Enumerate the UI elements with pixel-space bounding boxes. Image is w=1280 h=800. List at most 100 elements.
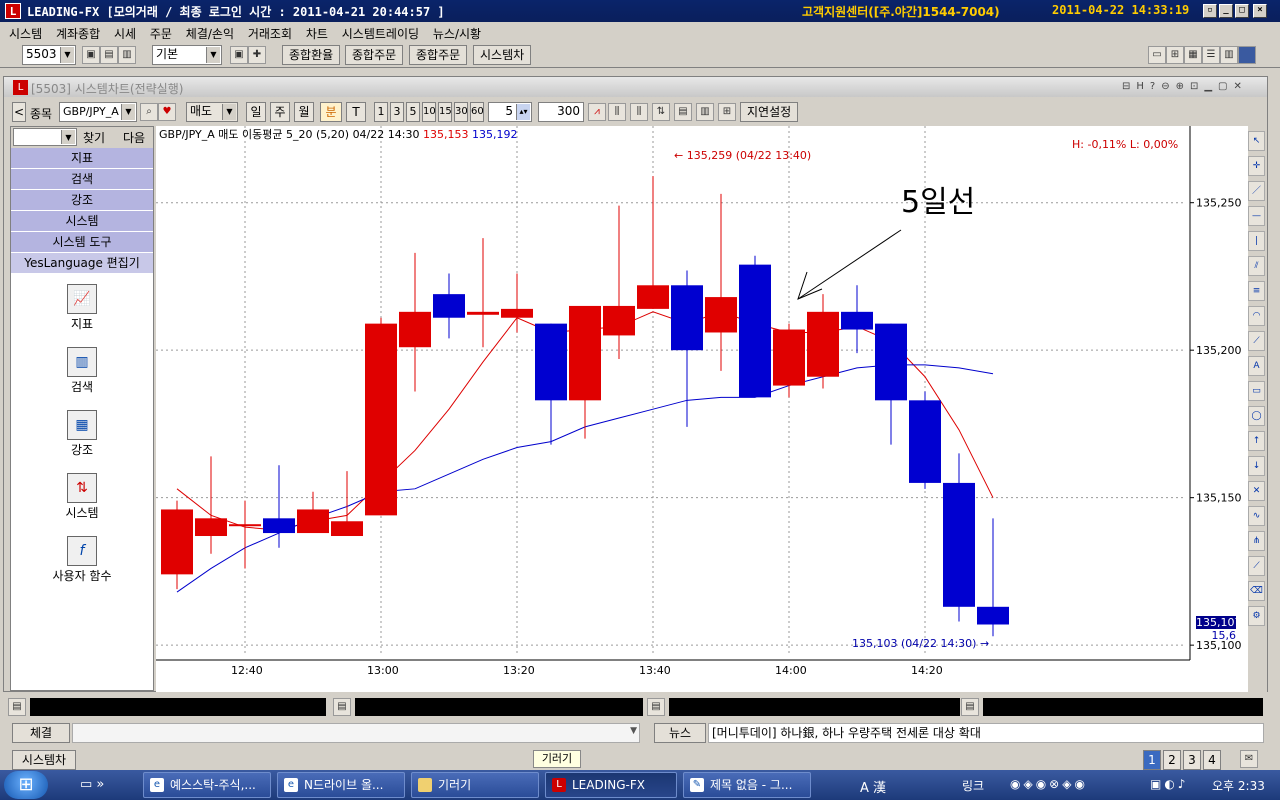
minimize-icon[interactable]: _ bbox=[1219, 4, 1233, 18]
window-controls[interactable]: ⊟H?⊖⊕⊡▁▢✕ bbox=[1122, 81, 1248, 92]
sidebar-item-system[interactable]: 시스템 bbox=[11, 211, 153, 232]
pointer-icon[interactable]: ↖ bbox=[1248, 131, 1265, 151]
ticker-config-icon-4[interactable]: ▤ bbox=[961, 698, 979, 716]
channel-icon[interactable]: ⫽ bbox=[1248, 256, 1265, 276]
prev-symbol-icon[interactable]: < bbox=[12, 102, 26, 122]
interval-input[interactable]: 5 ▴▾ bbox=[488, 102, 532, 122]
arrow-up-icon[interactable]: ↑ bbox=[1248, 431, 1265, 451]
print-icon[interactable]: ▥ bbox=[118, 46, 136, 64]
fills-combo[interactable]: ▼ bbox=[72, 723, 640, 743]
pitchfork-icon[interactable]: ⋔ bbox=[1248, 531, 1265, 551]
delay-settings-button[interactable]: 지연설정 bbox=[740, 102, 799, 122]
grid-icon[interactable]: ⊞ bbox=[718, 103, 736, 121]
minute-1-button[interactable]: 1 bbox=[374, 102, 388, 122]
task-paint[interactable]: ✎ 제목 없음 - 그... bbox=[683, 772, 811, 798]
highlight-chart-icon[interactable]: ▦ bbox=[67, 410, 97, 440]
rectangle-icon[interactable]: ▭ bbox=[1248, 381, 1265, 401]
period-month-button[interactable]: 월 bbox=[294, 102, 314, 122]
side-combo[interactable]: 매도 ▼ bbox=[186, 102, 238, 122]
bar-count-input[interactable]: 300 bbox=[538, 102, 584, 122]
text-icon[interactable]: A bbox=[1248, 356, 1265, 376]
layout-save-icon[interactable]: ▣ bbox=[230, 46, 248, 64]
spinner-icon[interactable]: ▴▾ bbox=[516, 104, 530, 120]
menu-system-trading[interactable]: 시스템트레이딩 bbox=[337, 23, 424, 44]
layout-add-icon[interactable]: ✚ bbox=[248, 46, 266, 64]
line-chart-icon[interactable]: ⩘ bbox=[588, 103, 606, 121]
sidebar-item-system-tools[interactable]: 시스템 도구 bbox=[11, 232, 153, 253]
save-screen-icon[interactable]: ▤ bbox=[100, 46, 118, 64]
start-button[interactable]: ⊞ bbox=[4, 771, 48, 799]
maximize-icon[interactable]: □ bbox=[1235, 4, 1249, 18]
order-summary-button-2[interactable]: 종합주문 bbox=[409, 45, 468, 65]
symbol-combo[interactable]: GBP/JPY_A ▼ bbox=[59, 102, 137, 122]
user-function-icon[interactable]: f bbox=[67, 536, 97, 566]
indicator-chart-icon[interactable]: 📈 bbox=[67, 284, 97, 314]
links-toolbar[interactable]: 링크 bbox=[962, 777, 984, 794]
minute-10-button[interactable]: 10 bbox=[422, 102, 436, 122]
menu-system[interactable]: 시스템 bbox=[4, 23, 47, 44]
search-chart-icon[interactable]: ▥ bbox=[67, 347, 97, 377]
sidebar-item-indicator[interactable]: 지표 bbox=[11, 148, 153, 169]
ticker-config-icon-2[interactable]: ▤ bbox=[333, 698, 351, 716]
menu-fill-pnl[interactable]: 체결/손익 bbox=[181, 23, 239, 44]
minute-30-button[interactable]: 30 bbox=[454, 102, 468, 122]
arrow-down-icon[interactable]: ↓ bbox=[1248, 456, 1265, 476]
find-button[interactable]: 찾기 bbox=[83, 129, 105, 146]
indicator-icon[interactable]: ⫼ bbox=[630, 103, 648, 121]
settings-icon[interactable]: ⚙ bbox=[1248, 606, 1265, 626]
menu-trade-inquiry[interactable]: 거래조회 bbox=[243, 23, 297, 44]
trendline-icon[interactable]: ／ bbox=[1248, 181, 1265, 201]
menu-news[interactable]: 뉴스/시황 bbox=[428, 23, 486, 44]
page-3-button[interactable]: 3 bbox=[1183, 750, 1201, 770]
period-week-button[interactable]: 주 bbox=[270, 102, 290, 122]
order-summary-button[interactable]: 종합주문 bbox=[345, 45, 404, 65]
ticker-config-icon-1[interactable]: ▤ bbox=[8, 698, 26, 716]
minute-5-button[interactable]: 5 bbox=[406, 102, 420, 122]
menu-order[interactable]: 주문 bbox=[145, 23, 177, 44]
open-screen-icon[interactable]: ▣ bbox=[82, 46, 100, 64]
layout-cascade-icon[interactable]: ▦ bbox=[1184, 46, 1202, 64]
price-chart[interactable]: 135,250 135,200 135,150 135,100 12:40 13:00 13… bbox=[156, 126, 1266, 692]
report-icon[interactable]: ▥ bbox=[696, 103, 714, 121]
layout-2x2-icon[interactable]: ⊞ bbox=[1166, 46, 1184, 64]
sidebar-search-input[interactable]: ▼ bbox=[13, 128, 77, 146]
show-desktop-icon[interactable]: ▭ » bbox=[80, 777, 104, 792]
page-4-button[interactable]: 4 bbox=[1203, 750, 1221, 770]
task-ndrive[interactable]: e N드라이브 올... bbox=[277, 772, 405, 798]
document-icon[interactable]: ▤ bbox=[674, 103, 692, 121]
news-headline[interactable]: [머니투데이] 하나銀, 하나 우량주택 전세론 대상 확대 bbox=[708, 723, 1264, 743]
delete-all-icon[interactable]: ⌫ bbox=[1248, 581, 1265, 601]
minute-15-button[interactable]: 15 bbox=[438, 102, 452, 122]
erase-icon[interactable]: ✕ bbox=[1248, 481, 1265, 501]
speed-line-icon[interactable]: ⟋ bbox=[1248, 556, 1265, 576]
arc-icon[interactable]: ◠ bbox=[1248, 306, 1265, 326]
layout-combo[interactable]: 기본 ▼ bbox=[152, 45, 222, 65]
system-chart-button[interactable]: 시스템차 bbox=[473, 45, 532, 65]
system-trade-icon[interactable]: ⇅ bbox=[67, 473, 97, 503]
crosshair-icon[interactable]: ✛ bbox=[1248, 156, 1265, 176]
menu-chart[interactable]: 차트 bbox=[301, 23, 333, 44]
ticker-config-icon-3[interactable]: ▤ bbox=[647, 698, 665, 716]
fibo-icon[interactable]: ≡ bbox=[1248, 281, 1265, 301]
task-leading-fx[interactable]: L LEADING-FX bbox=[545, 772, 677, 798]
system-tray-icons[interactable]: ▣◐♪ bbox=[1150, 777, 1188, 791]
vline-icon[interactable]: | bbox=[1248, 231, 1265, 251]
task-folder[interactable]: 기러기 bbox=[411, 772, 539, 798]
close-icon[interactable]: × bbox=[1253, 4, 1267, 18]
restore-icon[interactable]: ▫ bbox=[1203, 4, 1217, 18]
tray-icons[interactable]: ◉◈◉⊗◈◉ bbox=[1010, 777, 1088, 791]
candlestick-chart[interactable]: 135,250135,200135,150135,10012:40 13:00 13… bbox=[156, 126, 1246, 692]
gann-icon[interactable]: ⟋ bbox=[1248, 331, 1265, 351]
active-screen-tab[interactable]: 시스템차 bbox=[12, 750, 76, 770]
next-button[interactable]: 다음 bbox=[123, 129, 145, 146]
page-2-button[interactable]: 2 bbox=[1163, 750, 1181, 770]
favorite-icon[interactable]: ♥ bbox=[158, 103, 176, 121]
updown-icon[interactable]: ⇅ bbox=[652, 103, 670, 121]
layout-rows-icon[interactable]: ☰ bbox=[1202, 46, 1220, 64]
sidebar-item-yeslanguage[interactable]: YesLanguage 편집기 bbox=[11, 253, 153, 274]
period-minute-button[interactable]: 분 bbox=[320, 102, 342, 122]
sidebar-item-highlight[interactable]: 강조 bbox=[11, 190, 153, 211]
period-tick-button[interactable]: T bbox=[346, 102, 366, 122]
fills-button[interactable]: 체결 bbox=[12, 723, 70, 743]
fx-rates-button[interactable]: 종합환율 bbox=[282, 45, 341, 65]
